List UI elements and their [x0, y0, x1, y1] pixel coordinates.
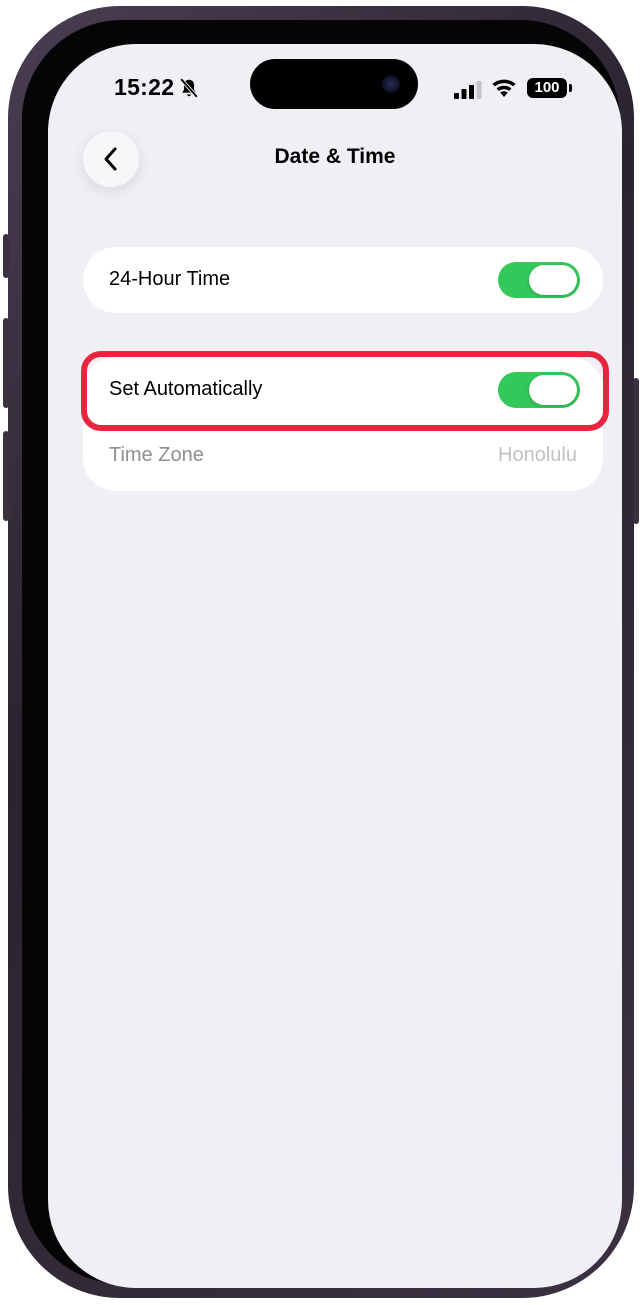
row-24-hour-time-label: 24-Hour Time [109, 268, 231, 290]
signal-icon [454, 81, 482, 99]
battery-icon: 100 [527, 78, 567, 98]
status-bar: 15:22 100 [48, 44, 622, 134]
settings-group-24-hour: 24-Hour Time [83, 247, 603, 313]
row-24-hour-time[interactable]: 24-Hour Time [83, 247, 603, 313]
dynamic-island [250, 59, 418, 109]
settings-group-time: Set Automatically Time Zone Honolulu [83, 357, 603, 491]
toggle-knob [529, 375, 577, 405]
phone-frame: 15:22 100 Date & Time 24-Hour Time Set A… [3, 6, 639, 1298]
bell-slash-icon [179, 78, 199, 98]
power-button [633, 378, 639, 524]
row-time-zone-label: Time Zone [109, 444, 204, 466]
volume-down-button [3, 431, 9, 521]
bezel: 15:22 100 Date & Time 24-Hour Time Set A… [22, 20, 622, 1288]
status-time: 15:22 [114, 74, 175, 100]
page-title: Date & Time [274, 145, 396, 168]
volume-up-button [3, 318, 9, 408]
toggle-knob [529, 265, 577, 295]
row-set-automatically-label: Set Automatically [109, 378, 263, 400]
action-button [3, 234, 9, 278]
camera-icon [382, 75, 400, 93]
battery-tip [569, 84, 572, 92]
screen: 15:22 100 Date & Time 24-Hour Time Set A… [48, 44, 622, 1288]
row-time-zone: Time Zone Honolulu [83, 423, 603, 489]
row-time-zone-value: Honolulu [498, 444, 577, 466]
row-set-automatically[interactable]: Set Automatically [83, 357, 603, 423]
wifi-icon [492, 79, 516, 97]
toggle-24-hour-time[interactable] [498, 262, 580, 298]
toggle-set-automatically[interactable] [498, 372, 580, 408]
